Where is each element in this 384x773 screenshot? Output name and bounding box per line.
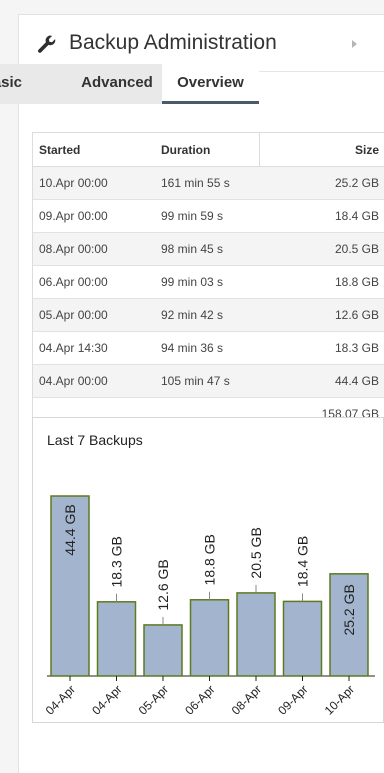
cell-duration: 98 min 45 s [155, 233, 260, 266]
tab-basic[interactable]: Basic [0, 64, 72, 104]
cell-duration: 99 min 59 s [155, 200, 260, 233]
chevron-right-icon[interactable] [351, 39, 359, 49]
table-row[interactable]: 06.Apr 00:0099 min 03 s18.8 GB [33, 266, 384, 299]
category-label-1: 04-Apr [89, 682, 124, 717]
chart-panel: Last 7 Backups 44.4 GB04-Apr18.3 GB04-Ap… [32, 417, 384, 723]
cell-duration: 161 min 55 s [155, 167, 260, 200]
tab-advanced[interactable]: Advanced [72, 64, 162, 104]
value-label-2: 12.6 GB [155, 559, 171, 610]
table-row[interactable]: 10.Apr 00:00161 min 55 s25.2 GB [33, 167, 384, 200]
category-label-3: 06-Apr [182, 682, 217, 717]
category-label-0: 04-Apr [43, 682, 78, 717]
cell-size: 18.3 GB [260, 332, 384, 365]
column-header-duration[interactable]: Duration [155, 133, 260, 167]
cell-duration: 94 min 36 s [155, 332, 260, 365]
wrench-icon [37, 34, 57, 54]
backup-table: Started Duration Size 10.Apr 00:00161 mi… [32, 132, 384, 431]
value-label-4: 20.5 GB [248, 527, 264, 578]
bar-4[interactable] [237, 593, 275, 676]
category-label-4: 08-Apr [229, 682, 264, 717]
category-label-2: 05-Apr [136, 682, 171, 717]
value-label-3: 18.8 GB [202, 534, 218, 585]
cell-started: 04.Apr 00:00 [33, 365, 155, 398]
table-row[interactable]: 04.Apr 14:3094 min 36 s18.3 GB [33, 332, 384, 365]
cell-duration: 105 min 47 s [155, 365, 260, 398]
table-row[interactable]: 08.Apr 00:0098 min 45 s20.5 GB [33, 233, 384, 266]
cell-started: 06.Apr 00:00 [33, 266, 155, 299]
value-label-1: 18.3 GB [109, 536, 125, 587]
tab-overview[interactable]: Overview [162, 64, 259, 104]
cell-started: 09.Apr 00:00 [33, 200, 155, 233]
cell-size: 25.2 GB [260, 167, 384, 200]
cell-started: 10.Apr 00:00 [33, 167, 155, 200]
category-label-5: 09-Apr [275, 682, 310, 717]
cell-started: 04.Apr 14:30 [33, 332, 155, 365]
table-row[interactable]: 05.Apr 00:0092 min 42 s12.6 GB [33, 299, 384, 332]
bar-chart: 44.4 GB 04-Apr 18.3 GB 04-Apr 12.6 GB 05-Apr 1… [33, 418, 383, 722]
column-header-size[interactable]: Size [260, 133, 384, 167]
bar-3[interactable] [191, 600, 229, 676]
panel-title: Backup Administration [69, 31, 277, 55]
column-header-started[interactable]: Started [33, 133, 155, 167]
cell-duration: 99 min 03 s [155, 266, 260, 299]
bar-5[interactable] [284, 601, 322, 676]
category-label-6: 10-Apr [322, 682, 357, 717]
table-row[interactable]: 09.Apr 00:0099 min 59 s18.4 GB [33, 200, 384, 233]
table-row[interactable]: 04.Apr 00:00105 min 47 s44.4 GB [33, 365, 384, 398]
value-label-0: 44.4 GB [62, 504, 78, 555]
cell-size: 12.6 GB [260, 299, 384, 332]
tab-bar: Basic Advanced Overview [0, 64, 366, 104]
table-header-row: Started Duration Size [33, 133, 384, 167]
cell-size: 44.4 GB [260, 365, 384, 398]
cell-size: 18.4 GB [260, 200, 384, 233]
cell-started: 05.Apr 00:00 [33, 299, 155, 332]
bar-2[interactable] [144, 625, 182, 676]
value-label-6: 25.2 GB [341, 584, 357, 635]
bar-1[interactable] [98, 602, 136, 676]
cell-duration: 92 min 42 s [155, 299, 260, 332]
value-label-5: 18.4 GB [295, 536, 311, 587]
cell-started: 08.Apr 00:00 [33, 233, 155, 266]
cell-size: 18.8 GB [260, 266, 384, 299]
cell-size: 20.5 GB [260, 233, 384, 266]
